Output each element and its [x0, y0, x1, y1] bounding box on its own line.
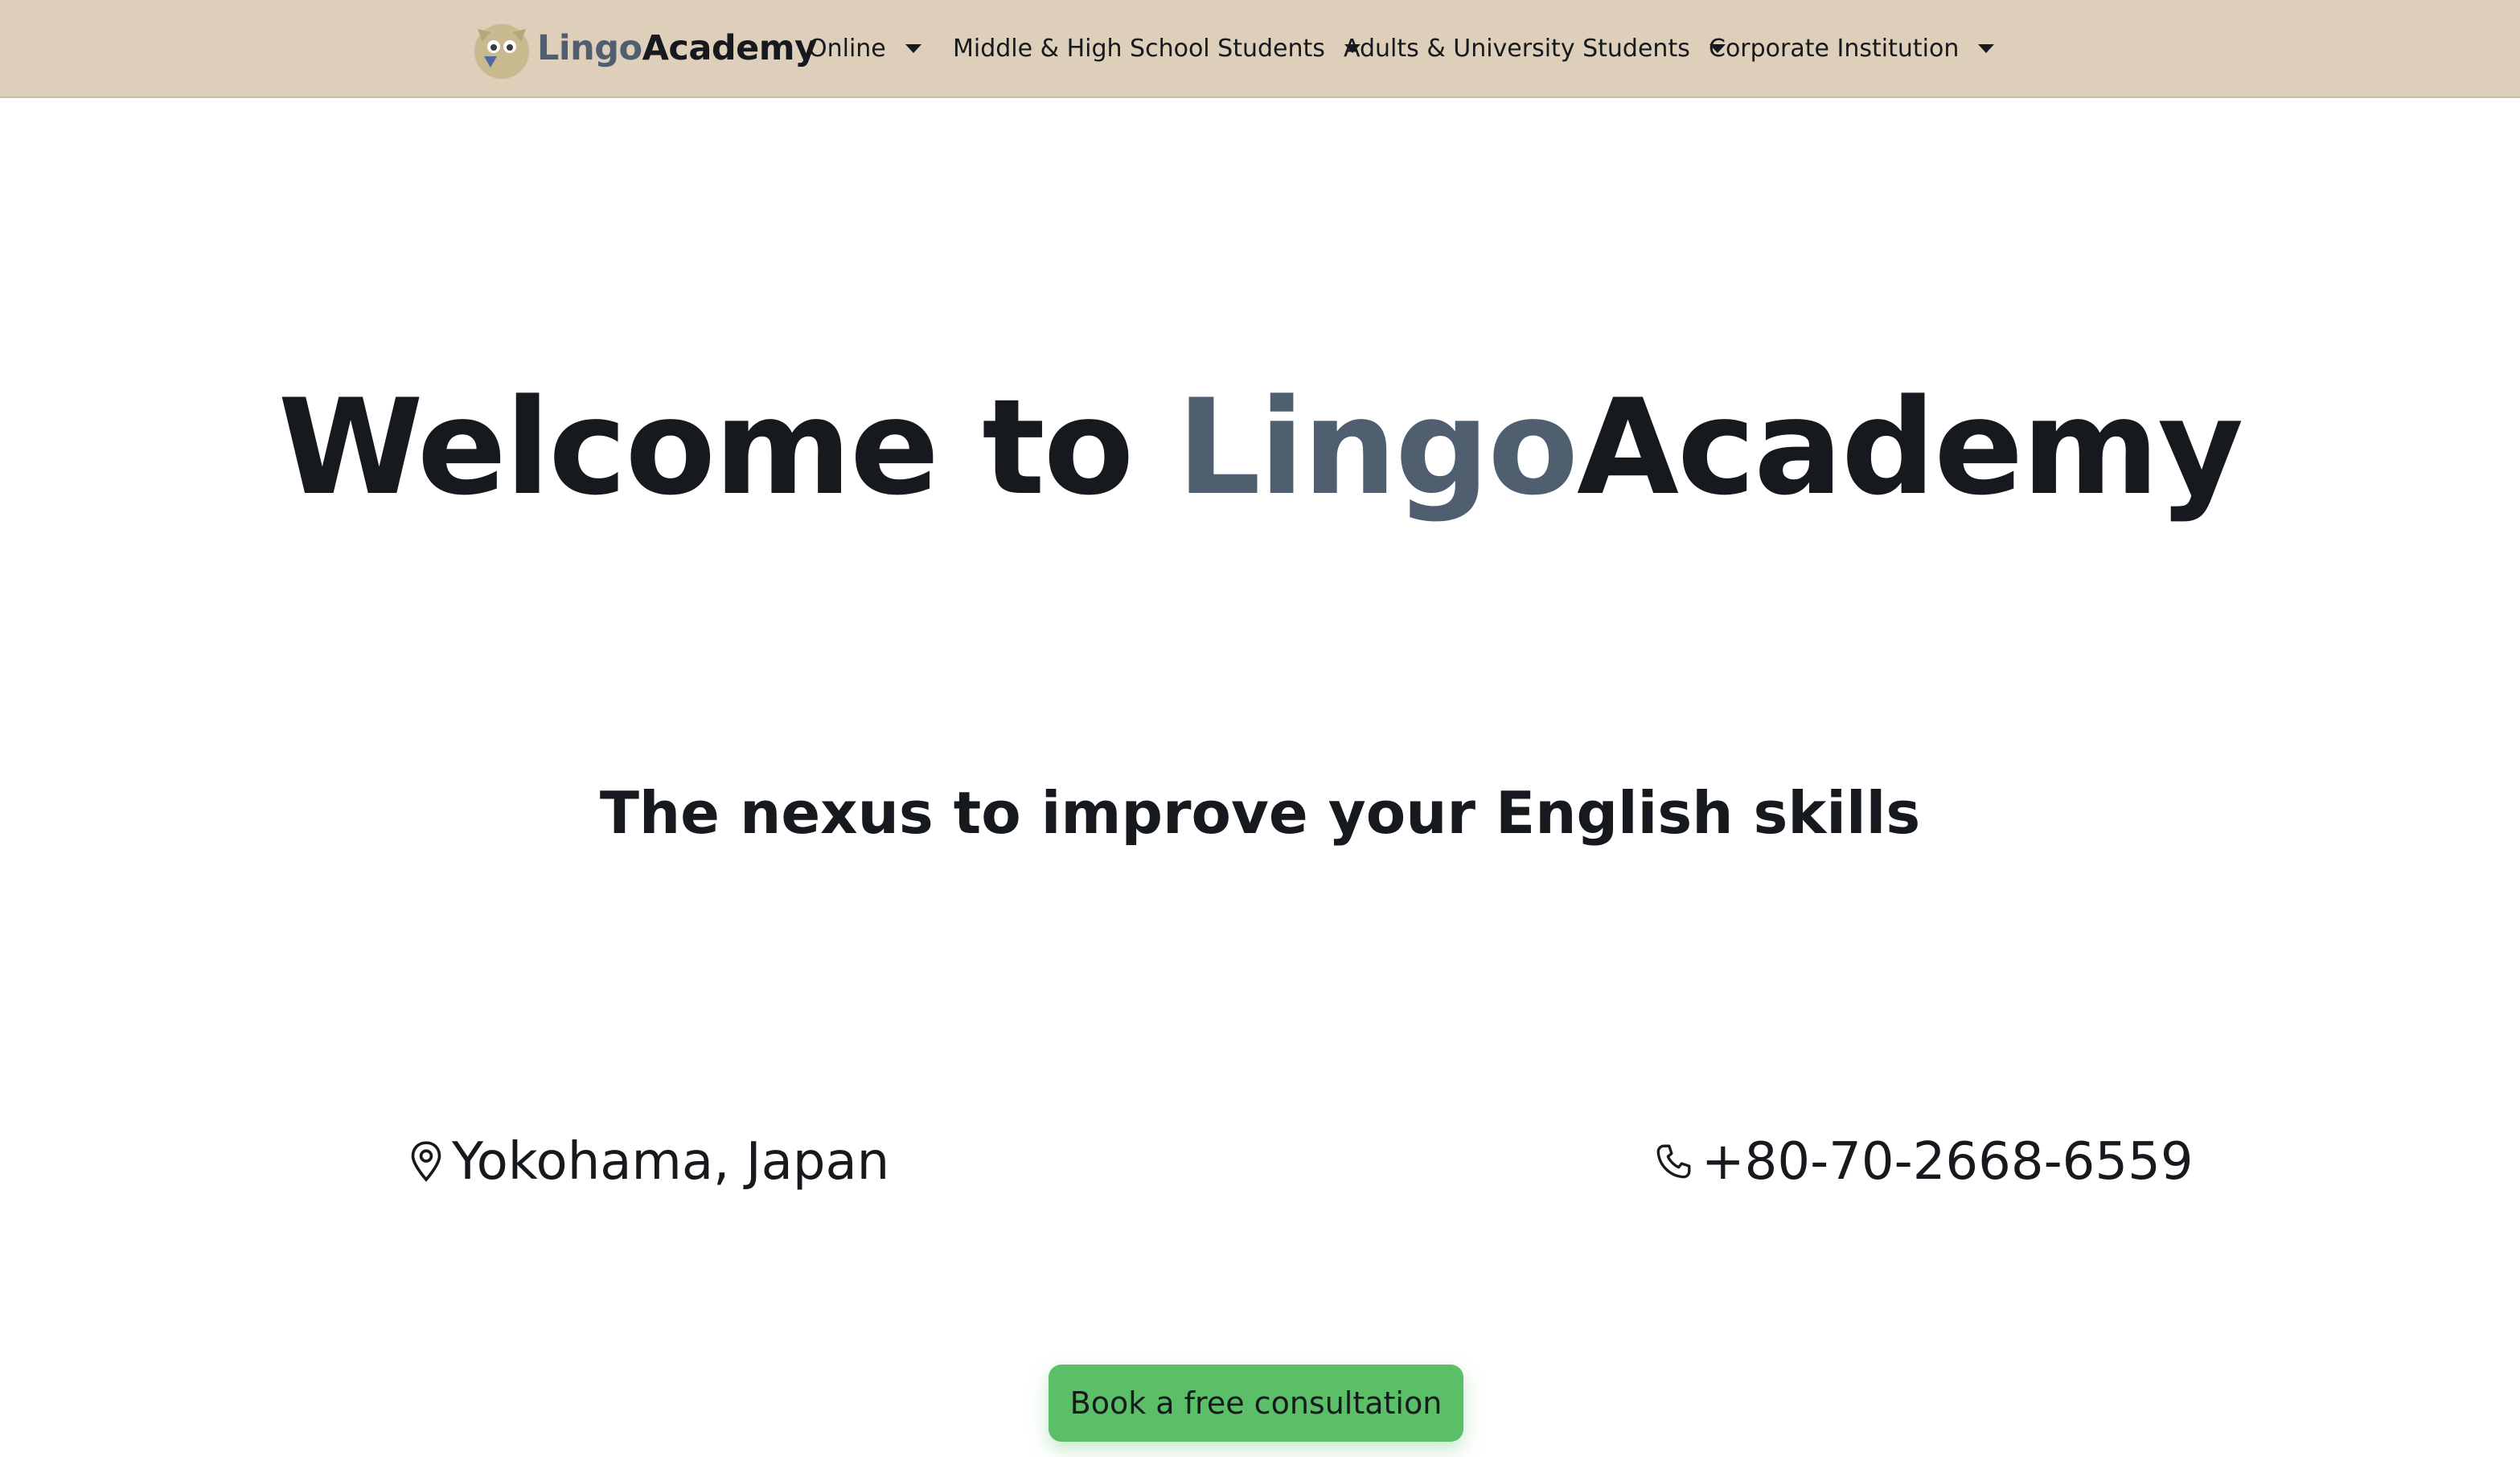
- brand-name: LingoAcademy: [537, 28, 817, 68]
- top-navbar: LingoAcademy Online Middle & High School…: [0, 0, 2520, 98]
- phone-text: +80-70-2668-6559: [1701, 1132, 2194, 1192]
- hero-title-highlight: Lingo: [1176, 370, 1578, 524]
- book-consultation-button[interactable]: Book a free consultation: [1049, 1365, 1463, 1442]
- brand-name-lingo: Lingo: [537, 28, 642, 68]
- contact-phone[interactable]: +80-70-2668-6559: [1653, 1130, 2194, 1194]
- nav-item-middle-high-school[interactable]: Middle & High School Students: [953, 24, 1361, 72]
- nav-item-corporate-institution[interactable]: Corporate Institution: [1709, 24, 1995, 72]
- hero-title: Welcome to LingoAcademy: [0, 381, 2520, 514]
- nav-item-label: Adults & University Students: [1344, 34, 1690, 63]
- contact-location: Yokohama, Japan: [408, 1130, 889, 1194]
- location-text: Yokohama, Japan: [452, 1132, 890, 1192]
- owl-logo-icon: [474, 24, 529, 79]
- brand-name-academy: Academy: [642, 28, 818, 68]
- nav-item-label: Online: [808, 34, 886, 63]
- nav-item-label: Corporate Institution: [1709, 34, 1960, 63]
- caret-down-icon: [1978, 43, 1995, 53]
- nav-item-adults-university[interactable]: Adults & University Students: [1344, 24, 1726, 72]
- brand-logo-link[interactable]: LingoAcademy: [470, 14, 817, 82]
- hero-title-suffix: Academy: [1577, 370, 2243, 524]
- caret-down-icon: [905, 43, 921, 53]
- hero-title-prefix: Welcome to: [277, 370, 1177, 524]
- phone-icon: [1656, 1144, 1691, 1179]
- map-pin-icon: [411, 1141, 441, 1182]
- hero-tagline: The nexus to improve your English skills: [599, 779, 1921, 847]
- nav-item-online[interactable]: Online: [808, 24, 921, 72]
- nav-item-label: Middle & High School Students: [953, 34, 1325, 63]
